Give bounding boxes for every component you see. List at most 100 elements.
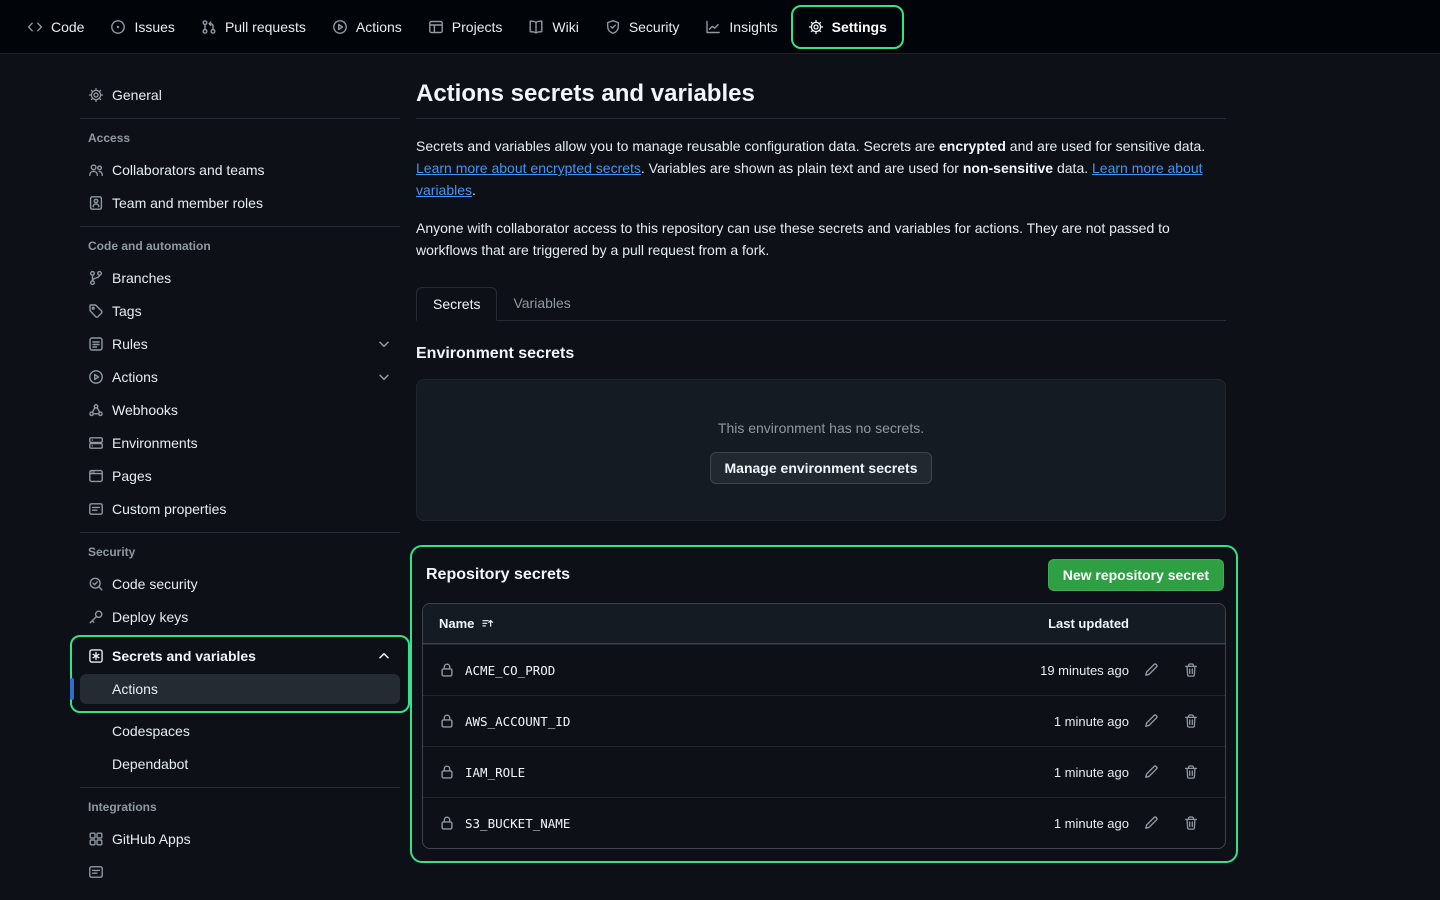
- nav-tab-issues[interactable]: Issues: [97, 0, 187, 53]
- repository-secrets-table: Name Last updated ACME_CO_PROD 19 minute…: [422, 603, 1226, 849]
- settings-sidebar: General Access Collaborators and teams T…: [80, 80, 400, 890]
- sidebar-item-team-roles[interactable]: Team and member roles: [80, 188, 400, 218]
- sidebar-item-clipped[interactable]: [80, 857, 400, 887]
- link-encrypted-secrets[interactable]: Learn more about encrypted secrets: [416, 160, 641, 176]
- sidebar-subitem-dependabot-label: Dependabot: [112, 756, 188, 772]
- secret-last-updated: 1 minute ago: [989, 816, 1129, 831]
- fork-access-paragraph: Anyone with collaborator access to this …: [416, 217, 1226, 261]
- annotation-ring-repository-secrets: Repository secrets New repository secret…: [410, 545, 1238, 863]
- nav-tab-insights[interactable]: Insights: [692, 0, 790, 53]
- pencil-icon: [1143, 815, 1159, 831]
- nav-tab-settings[interactable]: Settings: [795, 7, 900, 47]
- nav-tab-wiki-label: Wiki: [552, 19, 578, 35]
- repository-secrets-heading: Repository secrets: [426, 566, 570, 584]
- nav-tab-projects-label: Projects: [452, 19, 503, 35]
- sidebar-item-custom-properties-label: Custom properties: [112, 501, 226, 517]
- pencil-icon: [1143, 662, 1159, 678]
- shield-icon: [605, 19, 621, 35]
- rules-icon: [88, 336, 104, 352]
- new-repository-secret-button[interactable]: New repository secret: [1048, 559, 1224, 591]
- sidebar-item-deploy-keys[interactable]: Deploy keys: [80, 602, 400, 632]
- delete-secret-button[interactable]: [1173, 703, 1209, 739]
- sidebar-item-tags-label: Tags: [112, 303, 142, 319]
- secret-name: AWS_ACCOUNT_ID: [465, 714, 570, 729]
- people-icon: [88, 162, 104, 178]
- sidebar-item-code-security[interactable]: Code security: [80, 569, 400, 599]
- sidebar-section-integrations: Integrations GitHub Apps: [80, 787, 400, 887]
- nav-tab-settings-label: Settings: [832, 19, 887, 35]
- sidebar-item-pages-label: Pages: [112, 468, 152, 484]
- sidebar-item-tags[interactable]: Tags: [80, 296, 400, 326]
- sidebar-item-branches[interactable]: Branches: [80, 263, 400, 293]
- sidebar-item-secrets-and-variables[interactable]: Secrets and variables: [80, 641, 400, 671]
- manage-environment-secrets-button[interactable]: Manage environment secrets: [710, 452, 933, 484]
- page-title: Actions secrets and variables: [416, 80, 1226, 108]
- pencil-icon: [1143, 764, 1159, 780]
- sidebar-item-code-security-label: Code security: [112, 576, 198, 592]
- sidebar-item-general-label: General: [112, 87, 162, 103]
- sidebar-item-github-apps[interactable]: GitHub Apps: [80, 824, 400, 854]
- book-icon: [528, 19, 544, 35]
- lock-icon: [439, 764, 455, 780]
- sidebar-item-webhooks[interactable]: Webhooks: [80, 395, 400, 425]
- intro-paragraph: Secrets and variables allow you to manag…: [416, 135, 1226, 201]
- sidebar-item-environments[interactable]: Environments: [80, 428, 400, 458]
- table-row: S3_BUCKET_NAME 1 minute ago: [423, 797, 1225, 848]
- sidebar-subitem-actions-label: Actions: [112, 681, 158, 697]
- sidebar-item-actions[interactable]: Actions: [80, 362, 400, 392]
- sidebar-item-pages[interactable]: Pages: [80, 461, 400, 491]
- intro-text: and are used for sensitive data.: [1006, 138, 1205, 154]
- sidebar-subitem-dependabot[interactable]: Dependabot: [80, 749, 400, 779]
- git-branch-icon: [88, 270, 104, 286]
- sidebar-subitem-actions[interactable]: Actions: [80, 674, 400, 704]
- table-header-row: Name Last updated: [423, 604, 1225, 644]
- sidebar-item-collaborators[interactable]: Collaborators and teams: [80, 155, 400, 185]
- nav-tab-code-label: Code: [51, 19, 84, 35]
- repository-secrets-header: Repository secrets New repository secret: [426, 559, 1224, 591]
- secret-name-cell: AWS_ACCOUNT_ID: [439, 713, 989, 729]
- sidebar-item-rules[interactable]: Rules: [80, 329, 400, 359]
- nav-tab-projects[interactable]: Projects: [415, 0, 516, 53]
- secrets-variables-tabnav: Secrets Variables: [416, 287, 1226, 321]
- graph-icon: [705, 19, 721, 35]
- sidebar-item-deploy-keys-label: Deploy keys: [112, 609, 188, 625]
- edit-secret-button[interactable]: [1133, 703, 1169, 739]
- nav-tab-actions[interactable]: Actions: [319, 0, 415, 53]
- nav-tab-wiki[interactable]: Wiki: [515, 0, 591, 53]
- repo-tab-bar: Code Issues Pull requests Actions Projec…: [0, 0, 1440, 54]
- environment-secrets-heading: Environment secrets: [416, 345, 1226, 363]
- page-head: Actions secrets and variables: [416, 80, 1226, 119]
- sidebar-section-code-automation: Code and automation Branches Tags Rules …: [80, 226, 400, 524]
- delete-secret-button[interactable]: [1173, 805, 1209, 841]
- secret-name: S3_BUCKET_NAME: [465, 816, 570, 831]
- environment-empty-text: This environment has no secrets.: [417, 420, 1225, 436]
- apps-icon: [88, 831, 104, 847]
- sidebar-item-custom-properties[interactable]: Custom properties: [80, 494, 400, 524]
- tab-variables[interactable]: Variables: [497, 287, 586, 321]
- delete-secret-button[interactable]: [1173, 754, 1209, 790]
- secret-last-updated: 19 minutes ago: [989, 663, 1129, 678]
- chevron-up-icon: [376, 648, 392, 664]
- codescan-icon: [88, 576, 104, 592]
- nav-tab-pull-requests[interactable]: Pull requests: [188, 0, 319, 53]
- sort-ascending-icon[interactable]: [481, 617, 495, 631]
- note-icon: [88, 501, 104, 517]
- secret-last-updated: 1 minute ago: [989, 765, 1129, 780]
- server-icon: [88, 435, 104, 451]
- sidebar-subitem-codespaces[interactable]: Codespaces: [80, 716, 400, 746]
- gear-icon: [88, 87, 104, 103]
- nav-tab-security[interactable]: Security: [592, 0, 693, 53]
- sidebar-item-general[interactable]: General: [80, 80, 400, 110]
- delete-secret-button[interactable]: [1173, 652, 1209, 688]
- edit-secret-button[interactable]: [1133, 754, 1169, 790]
- table-row: IAM_ROLE 1 minute ago: [423, 746, 1225, 797]
- nav-tab-code[interactable]: Code: [14, 0, 97, 53]
- trash-icon: [1183, 815, 1199, 831]
- column-header-name: Name: [439, 616, 989, 631]
- edit-secret-button[interactable]: [1133, 805, 1169, 841]
- edit-secret-button[interactable]: [1133, 652, 1169, 688]
- code-icon: [27, 19, 43, 35]
- lock-icon: [439, 815, 455, 831]
- secrets-icon: [88, 648, 104, 664]
- tab-secrets[interactable]: Secrets: [416, 287, 497, 321]
